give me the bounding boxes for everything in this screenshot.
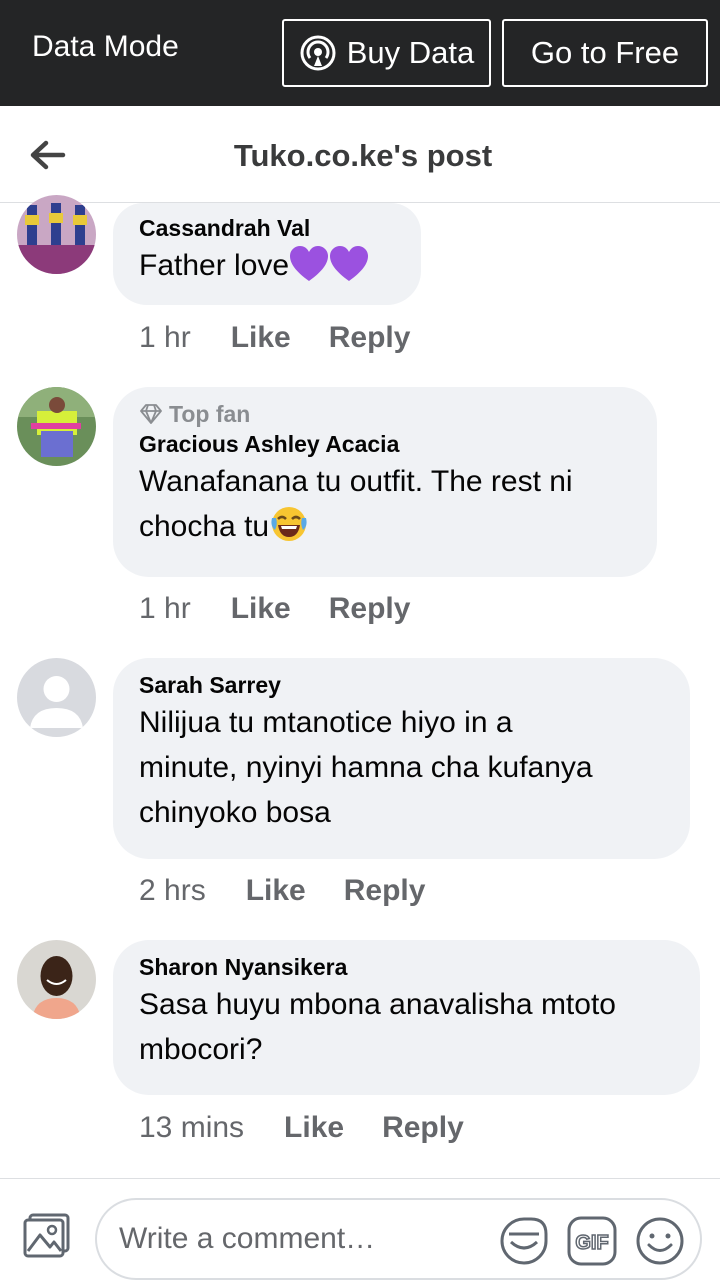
comment-bubble: Sharon Nyansikera Sasa huyu mbona anaval… <box>113 940 700 1095</box>
comment-input[interactable]: Write a comment… GIF <box>95 1198 702 1280</box>
comment-timestamp: 13 mins <box>139 1111 245 1144</box>
post-header: Tuko.co.ke's post <box>0 106 720 203</box>
purple-heart-icon <box>330 246 369 281</box>
comment-actions: 1 hr Like Reply <box>139 592 410 626</box>
sticker-icon[interactable] <box>497 1214 551 1268</box>
buy-data-button[interactable]: Buy Data <box>282 19 491 87</box>
comment-composer: Write a comment… GIF <box>0 1178 720 1287</box>
like-button[interactable]: Like <box>284 1111 344 1145</box>
avatar[interactable] <box>17 940 96 1019</box>
comment-placeholder: Write a comment… <box>119 1222 376 1255</box>
comment-timestamp: 1 hr <box>139 592 191 625</box>
gif-label: GIF <box>575 1232 608 1254</box>
comment-text-line: Nilijua tu mtanotice hiyo in a <box>139 706 513 739</box>
comment-text-line: minute, nyinyi hamna cha kufanya <box>139 751 593 784</box>
laughing-crying-face-icon <box>271 507 307 541</box>
avatar-photo-icon <box>17 387 96 466</box>
like-button[interactable]: Like <box>231 321 291 355</box>
default-avatar-icon <box>17 658 96 737</box>
reply-button[interactable]: Reply <box>344 874 426 908</box>
data-mode-bar: Data Mode Buy Data Go to Free <box>0 0 720 106</box>
comment-timestamp: 1 hr <box>139 321 191 354</box>
comment-text: Father love <box>139 243 395 288</box>
go-to-free-label: Go to Free <box>530 35 680 70</box>
comment-actions: 1 hr Like Reply <box>139 321 410 355</box>
avatar-photo-icon <box>17 195 96 274</box>
comment-author[interactable]: Gracious Ashley Acacia <box>139 429 631 459</box>
comment-text: Nilijua tu mtanotice hiyo in a minute, n… <box>139 700 664 835</box>
gif-icon[interactable]: GIF <box>565 1214 619 1268</box>
reply-button[interactable]: Reply <box>329 321 411 355</box>
comment-bubble: Sarah Sarrey Nilijua tu mtanotice hiyo i… <box>113 658 690 859</box>
emoji-smile-icon[interactable] <box>633 1214 687 1268</box>
diamond-icon <box>140 404 162 424</box>
photo-icon[interactable] <box>22 1211 72 1259</box>
avatar[interactable] <box>17 658 96 737</box>
comment-text-line: Sasa huyu mbona anavalisha mtoto <box>139 988 616 1021</box>
avatar-photo-icon <box>17 940 96 1019</box>
avatar[interactable] <box>17 195 96 274</box>
reply-button[interactable]: Reply <box>329 592 411 626</box>
comment-actions: 2 hrs Like Reply <box>139 874 425 908</box>
data-mode-label: Data Mode <box>32 30 179 63</box>
comment-text-content: Father love <box>139 249 290 282</box>
comment-bubble: Cassandrah Val Father love <box>113 203 421 305</box>
comment-text: Wanafanana tu outfit. The rest ni chocha… <box>139 459 631 549</box>
avatar[interactable] <box>17 387 96 466</box>
comment-actions: 13 mins Like Reply <box>139 1111 464 1145</box>
top-fan-badge: Top fan <box>139 399 631 429</box>
reply-button[interactable]: Reply <box>382 1111 464 1145</box>
comment-author[interactable]: Sharon Nyansikera <box>139 952 674 982</box>
comment-text-line: mbocori? <box>139 1033 263 1066</box>
top-fan-label: Top fan <box>169 401 251 427</box>
broadcast-icon <box>300 35 336 71</box>
like-button[interactable]: Like <box>231 592 291 626</box>
go-to-free-button[interactable]: Go to Free <box>502 19 708 87</box>
purple-heart-icon <box>290 246 329 281</box>
comment-text-line: chocha tu <box>139 504 631 549</box>
comment-text: Sasa huyu mbona anavalisha mtoto mbocori… <box>139 982 674 1072</box>
buy-data-label: Buy Data <box>346 35 475 70</box>
comment-bubble: Top fan Gracious Ashley Acacia Wanafanan… <box>113 387 657 577</box>
comment-timestamp: 2 hrs <box>139 874 206 907</box>
comment-text-line: Wanafanana tu outfit. The rest ni <box>139 465 573 498</box>
comment-text-content: chocha tu <box>139 510 270 543</box>
page-title: Tuko.co.ke's post <box>233 138 493 173</box>
like-button[interactable]: Like <box>246 874 306 908</box>
comment-author[interactable]: Cassandrah Val <box>139 213 395 243</box>
comment-text-line: chinyoko bosa <box>139 796 331 829</box>
comment-author[interactable]: Sarah Sarrey <box>139 670 664 700</box>
